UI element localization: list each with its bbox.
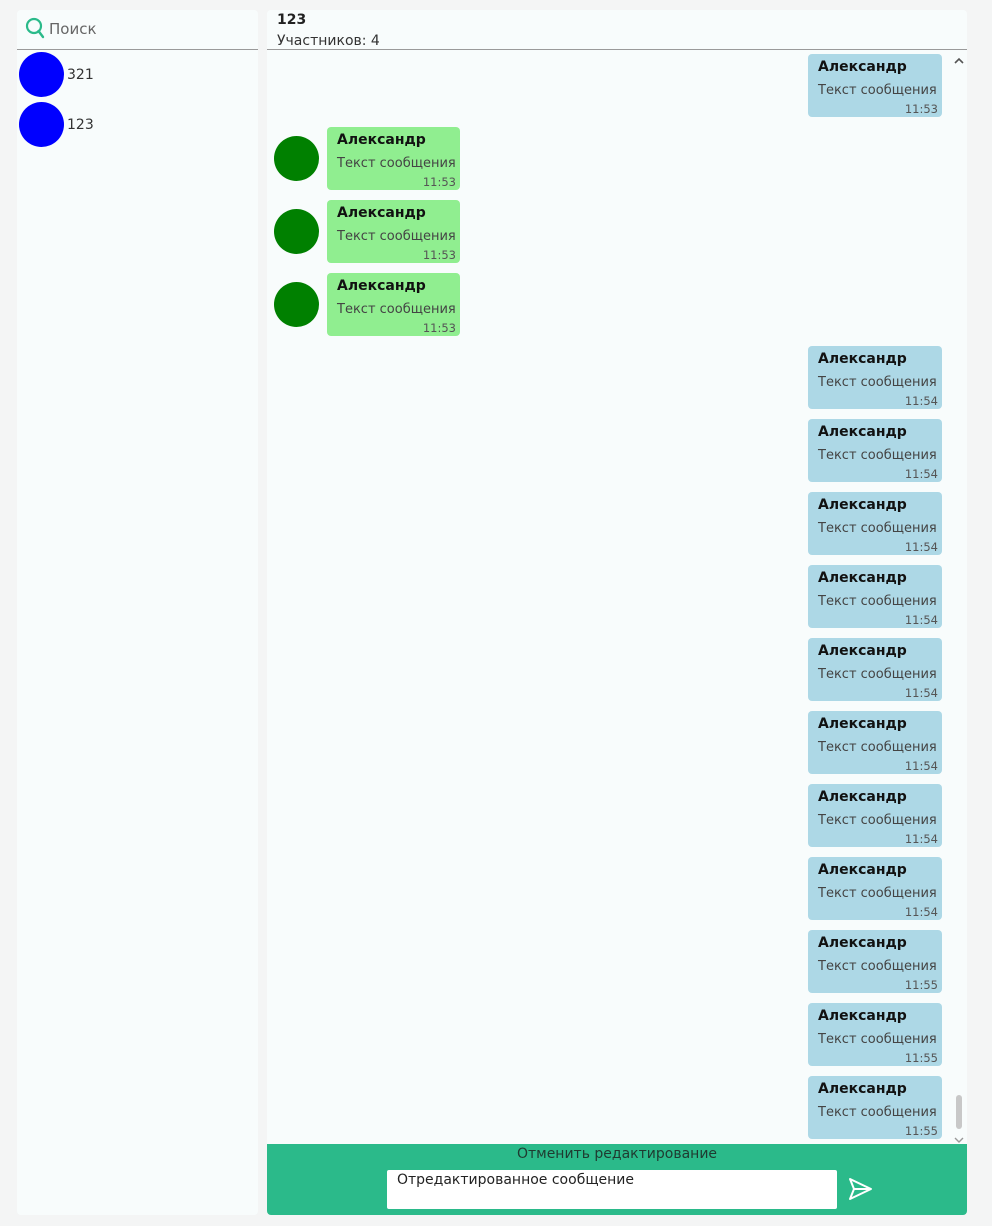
incoming-message[interactable]: Александр Текст сообщения 11:53	[327, 273, 460, 336]
chat-header: 123 Участников: 4	[267, 10, 967, 50]
message-author: Александр	[818, 862, 907, 878]
search-input[interactable]	[49, 16, 249, 42]
message-author: Александр	[818, 1081, 907, 1097]
message-text: Текст сообщения	[337, 229, 456, 244]
avatar	[19, 52, 64, 97]
chat-title: 123	[277, 12, 307, 28]
scrollbar-thumb[interactable]	[956, 1095, 962, 1129]
composer: Отменить редактирование Отредактированно…	[267, 1144, 967, 1215]
message-time: 11:53	[904, 102, 938, 116]
message-text: Текст сообщения	[818, 959, 937, 974]
message-time: 11:54	[904, 540, 938, 554]
message-author: Александр	[818, 1008, 907, 1024]
message-text: Текст сообщения	[818, 667, 937, 682]
contact-name: 123	[67, 117, 94, 133]
message-text: Текст сообщения	[337, 156, 456, 171]
message-author: Александр	[818, 59, 907, 75]
message-author: Александр	[337, 132, 426, 148]
search-bar	[17, 10, 258, 50]
message-time: 11:55	[904, 1051, 938, 1065]
outgoing-message[interactable]: Александр Текст сообщения 11:54	[808, 346, 942, 409]
message-author: Александр	[818, 643, 907, 659]
message-text: Текст сообщения	[818, 375, 937, 390]
message-text: Текст сообщения	[818, 521, 937, 536]
message-time: 11:54	[904, 394, 938, 408]
message-text: Текст сообщения	[818, 448, 937, 463]
outgoing-message[interactable]: Александр Текст сообщения 11:55	[808, 930, 942, 993]
message-time: 11:54	[904, 467, 938, 481]
outgoing-message[interactable]: Александр Текст сообщения 11:55	[808, 1003, 942, 1066]
participants-count: Участников: 4	[277, 33, 380, 49]
avatar	[274, 209, 319, 254]
outgoing-message[interactable]: Александр Текст сообщения 11:54	[808, 784, 942, 847]
message-text: Текст сообщения	[818, 886, 937, 901]
sidebar: 321 123	[17, 10, 258, 1215]
message-list: Александр Текст сообщения 11:53 Александр Те…	[267, 50, 967, 1144]
outgoing-message[interactable]: Александр Текст сообщения 11:55	[808, 1076, 942, 1139]
message-time: 11:54	[904, 832, 938, 846]
contact-name: 321	[67, 67, 94, 83]
message-author: Александр	[818, 570, 907, 586]
send-icon[interactable]	[845, 1174, 875, 1204]
message-time: 11:54	[904, 905, 938, 919]
message-time: 11:54	[904, 613, 938, 627]
message-time: 11:55	[904, 978, 938, 992]
message-text: Текст сообщения	[818, 83, 937, 98]
outgoing-message[interactable]: Александр Текст сообщения 11:54	[808, 711, 942, 774]
message-time: 11:53	[422, 248, 456, 262]
outgoing-message[interactable]: Александр Текст сообщения 11:54	[808, 638, 942, 701]
message-text: Текст сообщения	[818, 813, 937, 828]
contact-item[interactable]: 321	[17, 50, 258, 100]
message-author: Александр	[818, 789, 907, 805]
message-author: Александр	[337, 205, 426, 221]
outgoing-message[interactable]: Александр Текст сообщения 11:54	[808, 857, 942, 920]
incoming-message[interactable]: Александр Текст сообщения 11:53	[327, 127, 460, 190]
message-text: Текст сообщения	[818, 1032, 937, 1047]
message-author: Александр	[818, 424, 907, 440]
message-text: Текст сообщения	[337, 302, 456, 317]
avatar	[274, 282, 319, 327]
outgoing-message[interactable]: Александр Текст сообщения 11:53	[808, 54, 942, 117]
message-time: 11:54	[904, 759, 938, 773]
message-time: 11:53	[422, 175, 456, 189]
outgoing-message[interactable]: Александр Текст сообщения 11:54	[808, 565, 942, 628]
message-author: Александр	[818, 497, 907, 513]
message-author: Александр	[818, 351, 907, 367]
message-time: 11:54	[904, 686, 938, 700]
message-author: Александр	[818, 716, 907, 732]
outgoing-message[interactable]: Александр Текст сообщения 11:54	[808, 419, 942, 482]
avatar	[274, 136, 319, 181]
search-icon[interactable]	[25, 17, 45, 39]
message-author: Александр	[337, 278, 426, 294]
message-author: Александр	[818, 935, 907, 951]
chevron-down-icon[interactable]	[953, 1130, 965, 1143]
contact-list: 321 123	[17, 50, 258, 150]
avatar	[19, 102, 64, 147]
message-time: 11:55	[904, 1124, 938, 1138]
message-text: Текст сообщения	[818, 740, 937, 755]
message-input[interactable]: Отредактированное сообщение	[387, 1170, 837, 1209]
cancel-edit-button[interactable]: Отменить редактирование	[267, 1146, 967, 1162]
message-time: 11:53	[422, 321, 456, 335]
chat-panel: 123 Участников: 4 Александр Текст сообщен…	[267, 10, 967, 1215]
incoming-message[interactable]: Александр Текст сообщения 11:53	[327, 200, 460, 263]
chevron-up-icon[interactable]	[953, 51, 965, 64]
contact-item[interactable]: 123	[17, 100, 258, 150]
message-text: Текст сообщения	[818, 594, 937, 609]
outgoing-message[interactable]: Александр Текст сообщения 11:54	[808, 492, 942, 555]
message-text: Текст сообщения	[818, 1105, 937, 1120]
